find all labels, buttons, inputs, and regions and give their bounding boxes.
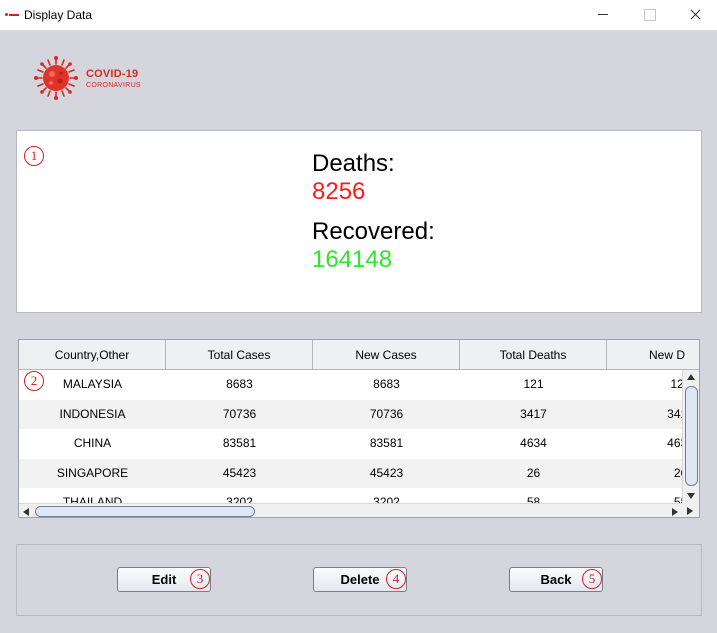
covid-logo: COVID-19 CORONAVIRUS [32, 54, 152, 102]
window-title: Display Data [24, 8, 93, 22]
scroll-up-icon[interactable] [687, 374, 695, 380]
table-row[interactable]: CHINA 83581 83581 4634 4634 [19, 429, 682, 459]
callout-marker-2: 2 [24, 371, 44, 391]
cell-country: CHINA [73, 436, 112, 450]
app-icon [5, 11, 19, 17]
scroll-right-end-icon[interactable] [687, 507, 693, 515]
title-bar: Display Data [0, 0, 717, 30]
callout-marker-3: 3 [190, 569, 210, 589]
cell-total-cases: 83581 [222, 436, 257, 450]
cell-new-deaths: 58 [673, 495, 682, 503]
table-header: Country,Other Total Cases New Cases Tota… [19, 340, 699, 370]
column-header-total-deaths[interactable]: Total Deaths [460, 340, 607, 370]
scroll-down-icon[interactable] [687, 493, 695, 499]
cell-total-deaths: 121 [523, 377, 544, 391]
cell-total-cases: 8683 [226, 377, 253, 391]
recovered-value: 164148 [312, 246, 393, 273]
cell-total-cases: 3202 [226, 495, 253, 503]
cell-new-cases: 8683 [373, 377, 400, 391]
cell-new-deaths: 121 [670, 377, 682, 391]
cell-new-cases: 45423 [369, 465, 404, 480]
scroll-corner [682, 503, 699, 517]
button-panel: Edit 3 Delete 4 Back 5 [16, 544, 702, 616]
cell-total-cases: 45423 [222, 465, 257, 480]
callout-marker-4: 4 [386, 569, 406, 589]
close-icon[interactable] [672, 0, 717, 30]
logo-subtitle: CORONAVIRUS [86, 82, 141, 89]
maximize-icon[interactable] [626, 0, 672, 30]
data-table[interactable]: Country,Other Total Cases New Cases Tota… [18, 339, 700, 518]
horizontal-scrollbar[interactable] [19, 503, 682, 517]
cell-new-cases: 83581 [369, 436, 404, 450]
scroll-left-icon[interactable] [23, 508, 29, 516]
cell-new-cases: 70736 [369, 406, 404, 421]
callout-marker-5: 5 [582, 569, 602, 589]
cell-new-cases: 3202 [373, 495, 400, 503]
table-body: MALAYSIA 8683 8683 121 121 INDONESIA 707… [19, 370, 682, 503]
table-row[interactable]: SINGAPORE 45423 45423 26 26 [19, 458, 682, 488]
deaths-value: 8256 [312, 178, 366, 205]
cell-total-deaths: 3417 [520, 406, 547, 421]
callout-marker-1: 1 [24, 146, 44, 166]
horizontal-scroll-thumb[interactable] [35, 506, 255, 517]
cell-new-deaths: 26 [673, 465, 682, 480]
cell-country: INDONESIA [59, 406, 126, 421]
cell-new-deaths: 4634 [667, 436, 682, 450]
cell-total-deaths: 58 [526, 495, 541, 503]
table-row[interactable]: INDONESIA 70736 70736 3417 3417 [19, 399, 682, 429]
table-row[interactable]: THAILAND 3202 3202 58 58 [19, 488, 682, 503]
cell-total-deaths: 26 [526, 465, 541, 480]
minimize-icon[interactable] [580, 0, 626, 30]
column-header-new-cases[interactable]: New Cases [313, 340, 460, 370]
recovered-label: Recovered: [312, 218, 435, 245]
vertical-scrollbar[interactable] [682, 370, 699, 503]
column-header-new-deaths[interactable]: New D [607, 340, 699, 370]
deaths-label: Deaths: [312, 150, 395, 177]
cell-total-deaths: 4634 [520, 436, 547, 450]
cell-total-cases: 70736 [222, 406, 257, 421]
stats-panel: 1 Deaths: 8256 Recovered: 164148 [16, 130, 702, 313]
column-header-country[interactable]: Country,Other [19, 340, 166, 370]
cell-new-deaths: 3417 [667, 406, 682, 421]
logo-title: COVID-19 [86, 68, 139, 80]
virus-icon [34, 56, 78, 100]
window-content: COVID-19 CORONAVIRUS 1 Deaths: 8256 Reco… [0, 30, 717, 633]
cell-country: THAILAND [62, 495, 123, 503]
cell-country: SINGAPORE [56, 465, 129, 480]
scroll-right-icon[interactable] [672, 508, 678, 516]
vertical-scroll-thumb[interactable] [685, 386, 698, 486]
column-header-total-cases[interactable]: Total Cases [166, 340, 313, 370]
table-row[interactable]: MALAYSIA 8683 8683 121 121 [19, 370, 682, 400]
